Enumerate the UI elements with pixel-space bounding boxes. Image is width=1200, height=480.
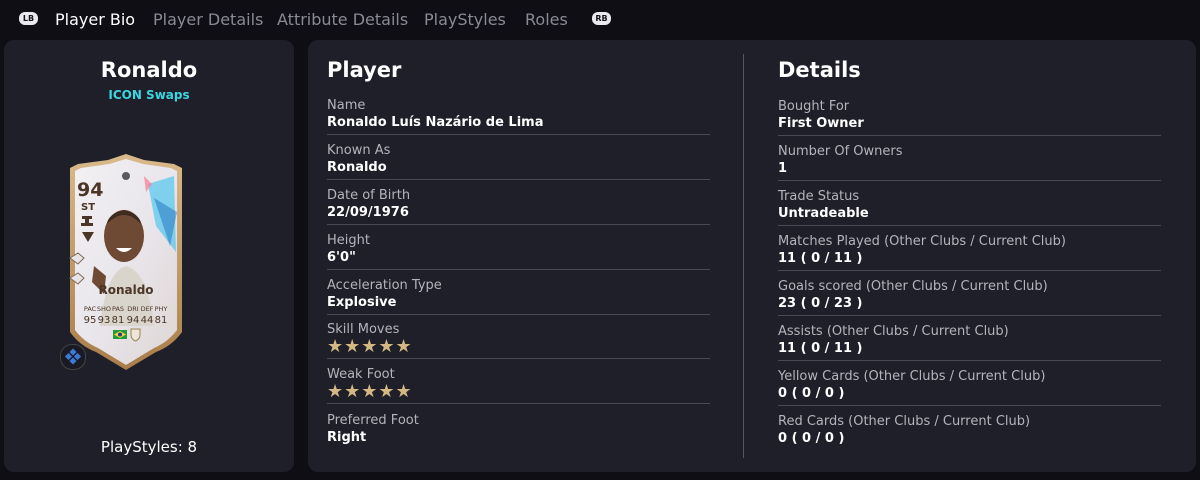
- card-stat-value: 93: [98, 315, 111, 326]
- info-row-goals-scored: Goals scored (Other Clubs / Current Club…: [778, 277, 1161, 316]
- field-value: 0 ( 0 / 0 ): [778, 431, 845, 446]
- field-value: Right: [327, 430, 367, 445]
- field-value: 6'0": [327, 250, 356, 265]
- rb-bumper-icon[interactable]: RB: [592, 12, 611, 25]
- field-label: Weak Foot: [327, 367, 395, 382]
- info-row-matches-played: Matches Played (Other Clubs / Current Cl…: [778, 232, 1161, 271]
- card-stat-label: SHO: [97, 305, 111, 313]
- field-label: Acceleration Type: [327, 278, 442, 293]
- card-player-name: Ronaldo: [98, 283, 153, 297]
- card-stat-label: DEF: [141, 305, 154, 313]
- evolution-badge-icon: [60, 344, 86, 370]
- field-label: Number Of Owners: [778, 144, 903, 159]
- field-value: 11 ( 0 / 11 ): [778, 341, 863, 356]
- player-card[interactable]: 94 ST Ronaldo PAC SHO PAS DRI DEF PHY 95…: [60, 154, 192, 374]
- player-card-art: 94 ST Ronaldo PAC SHO PAS DRI DEF PHY 95…: [69, 154, 182, 370]
- field-label: Goals scored (Other Clubs / Current Club…: [778, 279, 1048, 294]
- field-value: Explosive: [327, 295, 397, 310]
- info-row-known-as: Known As Ronaldo: [327, 141, 710, 180]
- tab-player-bio[interactable]: Player Bio: [55, 10, 135, 29]
- tab-player-details[interactable]: Player Details: [153, 10, 263, 29]
- column-divider: [743, 54, 744, 458]
- field-value: Untradeable: [778, 206, 869, 221]
- field-label: Skill Moves: [327, 322, 400, 337]
- field-value: Ronaldo: [327, 160, 387, 175]
- card-stat-value: 95: [84, 315, 97, 326]
- info-row-height: Height 6'0": [327, 231, 710, 270]
- field-value: 11 ( 0 / 11 ): [778, 251, 863, 266]
- field-label: Bought For: [778, 99, 850, 114]
- field-label: Name: [327, 98, 366, 113]
- field-value: 23 ( 0 / 23 ): [778, 296, 863, 311]
- info-row-preferred-foot: Preferred Foot Right: [327, 411, 710, 449]
- field-value: Ronaldo Luís Nazário de Lima: [327, 115, 544, 130]
- top-tab-bar: LB Player Bio Player Details Attribute D…: [0, 0, 1200, 40]
- field-label: Yellow Cards (Other Clubs / Current Club…: [778, 369, 1046, 384]
- info-row-bought-for: Bought For First Owner: [778, 97, 1161, 136]
- brazil-flag-icon: [113, 330, 127, 339]
- info-row-date-of-birth: Date of Birth 22/09/1976: [327, 186, 710, 225]
- card-stat-label: PHY: [155, 305, 168, 313]
- card-stat-label: PAS: [112, 305, 124, 313]
- lb-bumper-icon[interactable]: LB: [19, 12, 38, 25]
- tab-attribute-details[interactable]: Attribute Details: [277, 10, 408, 29]
- details-section-title: Details: [778, 58, 861, 82]
- info-row-trade-status: Trade Status Untradeable: [778, 187, 1161, 226]
- card-stat-value: 44: [141, 315, 154, 326]
- field-label: Red Cards (Other Clubs / Current Club): [778, 414, 1031, 429]
- info-row-weak-foot: Weak Foot ★★★★★: [327, 365, 710, 404]
- field-label: Matches Played (Other Clubs / Current Cl…: [778, 234, 1066, 249]
- tab-roles[interactable]: Roles: [525, 10, 568, 29]
- card-stat-value: 81: [155, 315, 168, 326]
- field-label: Known As: [327, 143, 391, 158]
- card-position: ST: [81, 202, 95, 213]
- card-stat-label: PAC: [84, 305, 97, 313]
- field-value: 0 ( 0 / 0 ): [778, 386, 845, 401]
- info-row-assists: Assists (Other Clubs / Current Club) 11 …: [778, 322, 1161, 361]
- info-row-number-of-owners: Number Of Owners 1: [778, 142, 1161, 181]
- field-label: Preferred Foot: [327, 413, 419, 428]
- weak-foot-stars: ★★★★★: [327, 381, 413, 402]
- player-info-panel: Player Name Ronaldo Luís Nazário de Lima…: [308, 40, 1196, 472]
- field-label: Date of Birth: [327, 188, 411, 203]
- card-stat-value: 94: [127, 315, 140, 326]
- info-row-red-cards: Red Cards (Other Clubs / Current Club) 0…: [778, 412, 1161, 450]
- skill-moves-stars: ★★★★★: [327, 336, 413, 357]
- card-version-label: ICON Swaps: [108, 88, 190, 102]
- icons-club-badge-icon: [130, 328, 141, 342]
- tab-playstyles[interactable]: PlayStyles: [424, 10, 506, 29]
- field-value: First Owner: [778, 116, 864, 131]
- player-summary-panel: Ronaldo ICON Swaps 94 ST Ronaldo PAC SHO…: [4, 40, 294, 472]
- playstyles-count: PlayStyles: 8: [100, 438, 198, 456]
- info-row-name: Name Ronaldo Luís Nazário de Lima: [327, 96, 710, 135]
- field-label: Trade Status: [778, 189, 860, 204]
- card-stat-label: DRI: [127, 305, 139, 313]
- card-rating: 94: [77, 179, 103, 201]
- player-name-title: Ronaldo: [100, 58, 198, 82]
- field-label: Height: [327, 233, 370, 248]
- field-value: 1: [778, 161, 788, 176]
- info-row-acceleration-type: Acceleration Type Explosive: [327, 276, 710, 315]
- field-value: 22/09/1976: [327, 205, 409, 220]
- field-label: Assists (Other Clubs / Current Club): [778, 324, 1009, 339]
- card-stat-value: 81: [112, 315, 125, 326]
- info-row-yellow-cards: Yellow Cards (Other Clubs / Current Club…: [778, 367, 1161, 406]
- player-section-title: Player: [327, 58, 402, 82]
- info-row-skill-moves: Skill Moves ★★★★★: [327, 320, 710, 359]
